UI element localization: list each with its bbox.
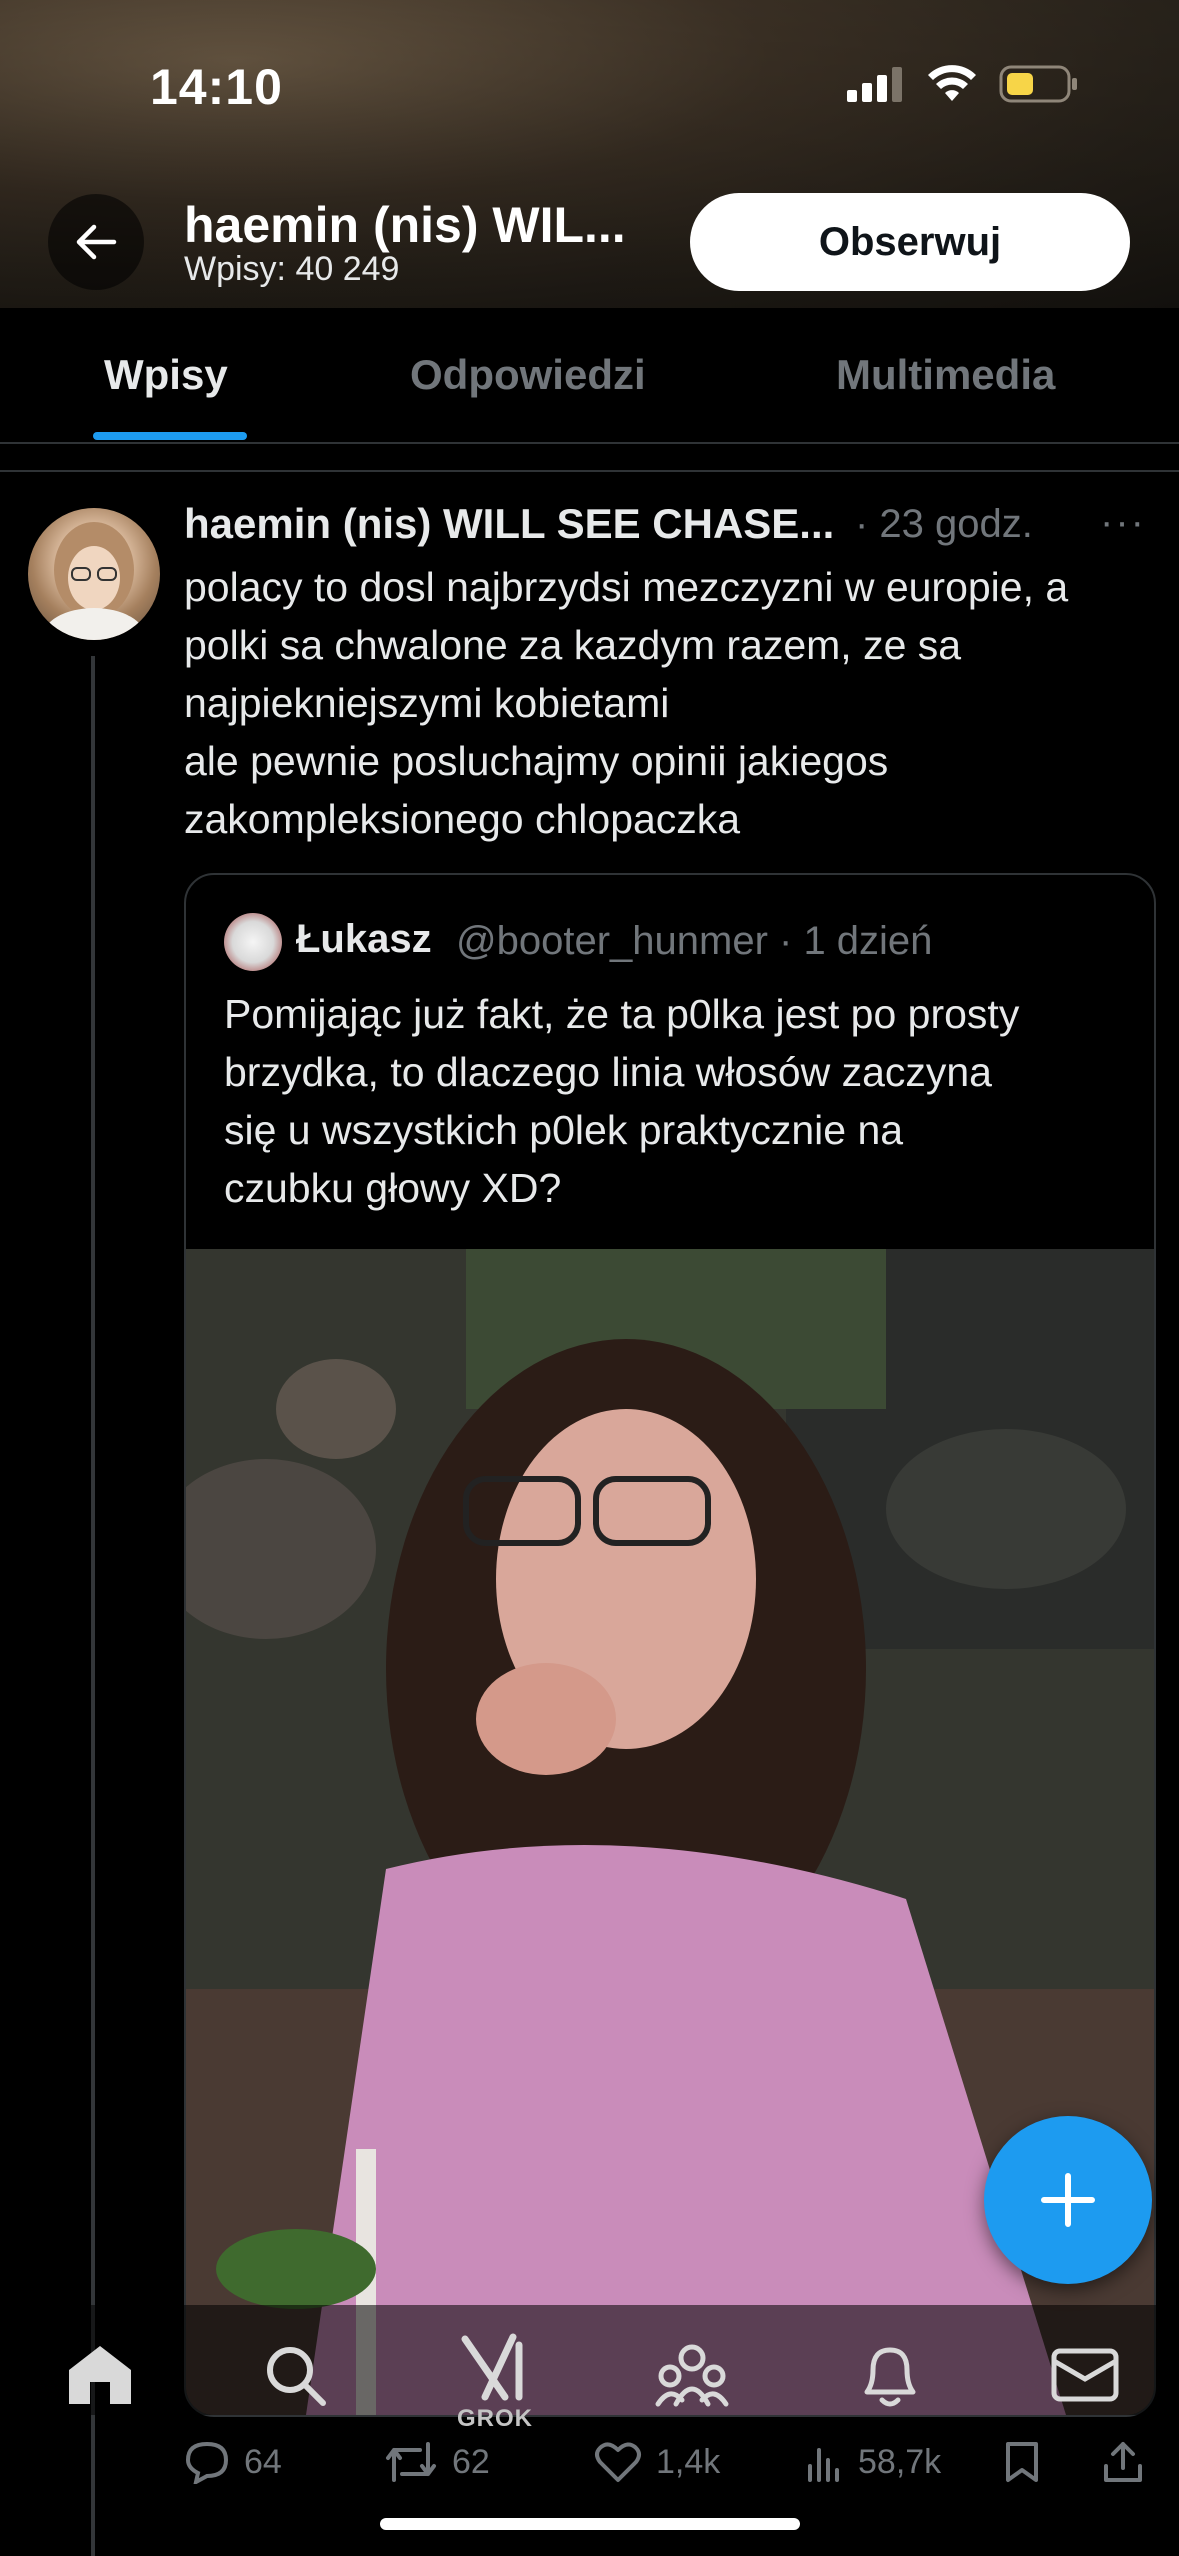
avatar[interactable] bbox=[28, 508, 160, 640]
back-button[interactable] bbox=[48, 194, 144, 290]
home-icon bbox=[69, 2346, 131, 2404]
compose-button[interactable] bbox=[984, 2116, 1152, 2284]
grok-label: GROK bbox=[457, 2405, 533, 2432]
arrow-left-icon bbox=[76, 224, 117, 260]
repost-count: 62 bbox=[452, 2442, 490, 2481]
bookmark-icon bbox=[1006, 2442, 1038, 2482]
tab-replies[interactable]: Odpowiedzi bbox=[410, 308, 646, 442]
search-icon bbox=[267, 2347, 326, 2406]
bell-icon bbox=[864, 2347, 916, 2407]
reply-icon bbox=[185, 2441, 229, 2484]
like-count: 1,4k bbox=[656, 2442, 721, 2481]
nav-home[interactable] bbox=[60, 2335, 140, 2415]
divider bbox=[0, 470, 1179, 472]
quote-text-line: Pomijając już fakt, że ta p0lka jest po … bbox=[224, 991, 1020, 1037]
status-icons bbox=[845, 64, 1079, 104]
follow-button[interactable]: Obserwuj bbox=[690, 193, 1130, 291]
tweet-text-line: polki sa chwalone za kazdym razem, ze sa bbox=[184, 622, 962, 668]
tweet-text-line: polacy to dosl najbrzydsi mezczyzni w eu… bbox=[184, 564, 1069, 610]
tweet-text: polacy to dosl najbrzydsi mezczyzni w eu… bbox=[184, 558, 1164, 848]
nav-communities[interactable] bbox=[652, 2335, 732, 2415]
views-count: 58,7k bbox=[858, 2442, 942, 2481]
share-action[interactable] bbox=[1102, 2440, 1144, 2484]
plus-icon bbox=[1041, 2173, 1095, 2227]
signal-icon bbox=[847, 67, 902, 102]
wifi-icon bbox=[928, 65, 976, 101]
tweet-text-line: najpiekniejszymi kobietami bbox=[184, 680, 670, 726]
tweet-author[interactable]: haemin (nis) WILL SEE CHASE... bbox=[184, 500, 834, 548]
tweet-actions: 64 62 1,4k 58,7k bbox=[184, 2430, 1164, 2500]
nav-grok[interactable] bbox=[455, 2328, 535, 2408]
tab-posts[interactable]: Wpisy bbox=[104, 308, 228, 442]
home-indicator bbox=[380, 2518, 800, 2530]
repost-action[interactable]: 62 bbox=[384, 2440, 490, 2484]
profile-tabs: Wpisy Odpowiedzi Multimedia bbox=[0, 308, 1179, 444]
share-icon bbox=[1104, 2442, 1142, 2482]
profile-name: haemin (nis) WIL... bbox=[184, 197, 626, 253]
nav-notifications[interactable] bbox=[850, 2335, 930, 2415]
battery-icon bbox=[999, 65, 1077, 103]
like-action[interactable]: 1,4k bbox=[594, 2440, 720, 2484]
quote-text-line: brzydka, to dlaczego linia włosów zaczyn… bbox=[224, 1049, 992, 1095]
tweet-text-line: ale pewnie posluchajmy opinii jakiegos bbox=[184, 738, 889, 784]
quote-handle: @booter_hunmer · 1 dzień bbox=[456, 919, 933, 963]
views-icon bbox=[808, 2448, 839, 2482]
nav-search[interactable] bbox=[255, 2335, 335, 2415]
bookmark-action[interactable] bbox=[1004, 2440, 1040, 2484]
active-tab-indicator bbox=[93, 432, 247, 440]
quote-text: Pomijając już fakt, że ta p0lka jest po … bbox=[224, 985, 1124, 1217]
bottom-nav bbox=[0, 2305, 1179, 2415]
tab-media[interactable]: Multimedia bbox=[836, 308, 1055, 442]
reply-count: 64 bbox=[244, 2442, 282, 2481]
more-options-icon[interactable]: ··· bbox=[1100, 500, 1146, 545]
mail-icon bbox=[1051, 2348, 1119, 2402]
reply-action[interactable]: 64 bbox=[184, 2440, 282, 2484]
thread-line bbox=[91, 656, 95, 2556]
nav-messages[interactable] bbox=[1045, 2335, 1125, 2415]
communities-icon bbox=[655, 2344, 729, 2407]
avatar-photo bbox=[42, 522, 146, 640]
quote-text-line: się u wszystkich p0lek praktycznie na bbox=[224, 1107, 904, 1153]
tweet-time: · 23 godz. bbox=[855, 502, 1033, 546]
post-count: Wpisy: 40 249 bbox=[184, 250, 400, 288]
status-time: 14:10 bbox=[150, 59, 283, 115]
heart-icon bbox=[595, 2442, 641, 2482]
quote-avatar bbox=[224, 913, 282, 971]
grok-icon bbox=[461, 2333, 523, 2401]
repost-icon bbox=[386, 2442, 436, 2482]
quote-text-line: czubku głowy XD? bbox=[224, 1165, 562, 1211]
tweet-text-line: zakompleksionego chlopaczka bbox=[184, 796, 741, 842]
views-action[interactable]: 58,7k bbox=[804, 2440, 941, 2484]
quote-author: Łukasz bbox=[296, 917, 432, 961]
